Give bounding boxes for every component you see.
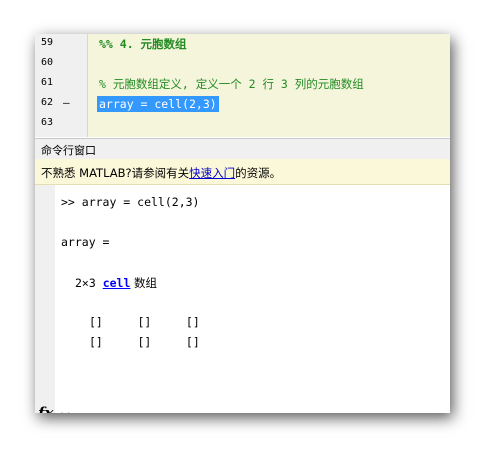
code-editor[interactable]: 59 %% 4. 元胞数组 60 61 % 元胞数组定义, 定义一个 2 行 3…	[35, 34, 450, 137]
command-console[interactable]: >> array = cell(2,3) array = 2×3 cell 数组…	[35, 185, 450, 413]
command-line: >> array = cell(2,3)	[61, 195, 200, 209]
function-browser-icon[interactable]: fx	[38, 404, 53, 413]
line-number: 60	[41, 57, 54, 68]
command-window-header[interactable]: 命令行窗口	[35, 138, 450, 160]
matlab-window: 59 %% 4. 元胞数组 60 61 % 元胞数组定义, 定义一个 2 行 3…	[35, 34, 450, 413]
line-number: 61	[41, 77, 54, 88]
banner-text: 不熟悉 MATLAB?请参阅有关快速入门的资源。	[41, 165, 281, 181]
command-prompt[interactable]: >>	[61, 408, 75, 413]
banner-suffix: 的资源。	[235, 166, 282, 180]
editor-line[interactable]: 62 – array = cell(2,3)	[35, 94, 450, 114]
breakpoint-dash[interactable]: –	[63, 96, 70, 109]
output-size-line: 2×3 cell 数组	[75, 275, 157, 291]
editor-line[interactable]: 59 %% 4. 元胞数组	[35, 34, 450, 54]
size-suffix: 数组	[130, 276, 158, 290]
line-number: 62	[41, 97, 54, 108]
quick-start-link[interactable]: 快速入门	[189, 166, 235, 180]
info-banner: 不熟悉 MATLAB?请参阅有关快速入门的资源。	[35, 159, 450, 185]
line-number: 63	[41, 117, 54, 128]
output-assignment: array =	[61, 235, 110, 249]
command-window-title: 命令行窗口	[41, 144, 96, 157]
console-gutter	[35, 185, 55, 413]
cell-title-code: %% 4. 元胞数组	[99, 37, 187, 51]
editor-line[interactable]: 63	[35, 114, 450, 134]
editor-line[interactable]: 61 % 元胞数组定义, 定义一个 2 行 3 列的元胞数组	[35, 74, 450, 94]
selected-code[interactable]: array = cell(2,3)	[97, 96, 219, 112]
size-prefix: 2×3	[75, 276, 103, 290]
cell-doc-link[interactable]: cell	[103, 276, 131, 290]
editor-line[interactable]: 60	[35, 54, 450, 74]
banner-prefix: 不熟悉 MATLAB?请参阅有关	[41, 166, 190, 180]
comment-code: % 元胞数组定义, 定义一个 2 行 3 列的元胞数组	[99, 77, 364, 91]
output-row: [] [] []	[89, 335, 200, 349]
line-number: 59	[41, 37, 54, 48]
output-row: [] [] []	[89, 315, 200, 329]
